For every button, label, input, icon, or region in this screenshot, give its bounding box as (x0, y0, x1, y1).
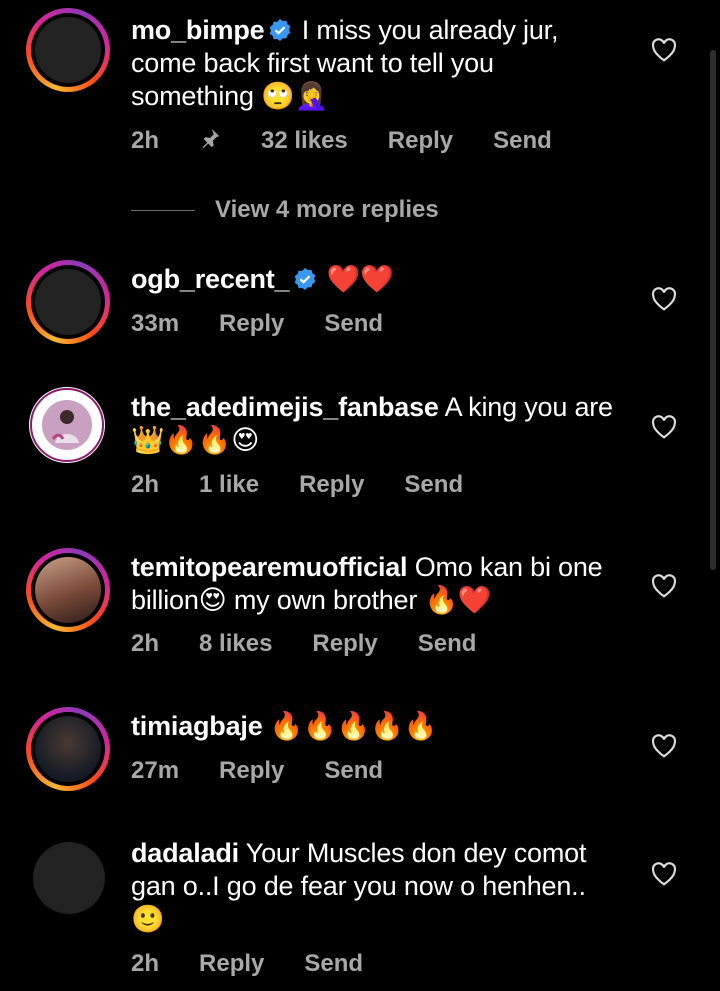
comment-time: 2h (131, 127, 160, 154)
send-button[interactable]: Send (324, 757, 383, 785)
username[interactable]: timiagbaje (131, 711, 263, 741)
reply-button[interactable]: Reply (312, 630, 377, 658)
reply-button[interactable]: Reply (299, 471, 364, 499)
avatar[interactable] (29, 387, 105, 463)
pin-icon (199, 127, 221, 156)
send-button[interactable]: Send (304, 950, 363, 978)
heart-icon[interactable] (651, 415, 677, 439)
likes-count[interactable]: 32 likes (261, 127, 348, 156)
avatar (35, 716, 101, 782)
send-button[interactable]: Send (493, 127, 552, 156)
heart-icon[interactable] (651, 574, 677, 598)
view-more-replies[interactable]: View 4 more replies (131, 196, 439, 224)
comment-time: 27m (131, 757, 180, 784)
username[interactable]: dadaladi (131, 838, 239, 868)
avatar (35, 269, 101, 335)
reply-button[interactable]: Reply (219, 757, 284, 785)
reply-button[interactable]: Reply (219, 310, 284, 338)
heart-icon[interactable] (651, 38, 677, 62)
reply-button[interactable]: Reply (199, 950, 264, 978)
avatar-story-ring[interactable] (26, 8, 110, 92)
comment-time: 2h (131, 950, 160, 977)
view-replies-label: View 4 more replies (215, 196, 439, 223)
comment-text: 🔥🔥🔥🔥🔥 (269, 711, 437, 741)
likes-count[interactable]: 1 like (199, 471, 259, 499)
send-button[interactable]: Send (418, 630, 477, 658)
comment-time: 2h (131, 471, 160, 498)
avatar-story-ring[interactable] (26, 707, 110, 791)
scrollbar[interactable] (710, 50, 716, 570)
send-button[interactable]: Send (324, 310, 383, 338)
reply-button[interactable]: Reply (388, 127, 453, 156)
comment-time: 33m (131, 310, 180, 337)
avatar (35, 557, 101, 623)
username[interactable]: the_adedimejis_fanbase (131, 392, 439, 422)
username[interactable]: ogb_recent_ (131, 264, 290, 294)
avatar-story-ring[interactable] (26, 548, 110, 632)
verified-badge-icon (295, 268, 316, 290)
username[interactable]: mo_bimpe (131, 15, 265, 45)
verified-badge-icon (270, 19, 291, 41)
heart-icon[interactable] (651, 862, 677, 886)
comment-text: ❤️❤️ (326, 264, 394, 294)
divider-line (131, 209, 195, 211)
likes-count[interactable]: 8 likes (199, 630, 272, 658)
heart-icon[interactable] (651, 734, 677, 758)
avatar (35, 17, 101, 83)
comment-time: 2h (131, 630, 160, 657)
avatar[interactable] (33, 842, 105, 914)
username[interactable]: temitopearemuofficial (131, 552, 408, 582)
send-button[interactable]: Send (404, 471, 463, 499)
heart-icon[interactable] (651, 287, 677, 311)
avatar-story-ring[interactable] (26, 260, 110, 344)
